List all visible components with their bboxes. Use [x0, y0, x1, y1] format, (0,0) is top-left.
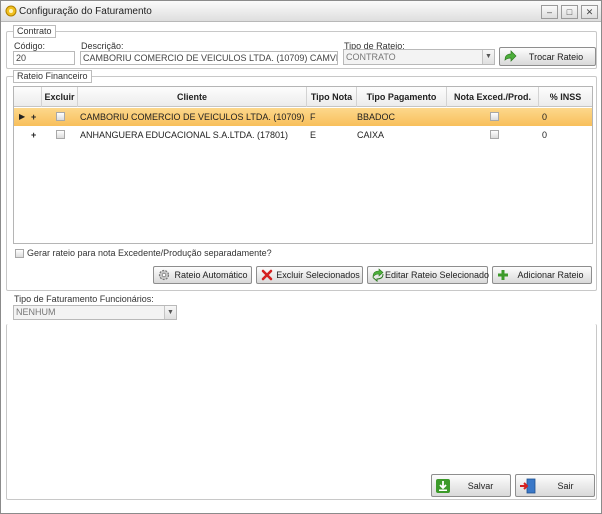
- chevron-down-icon[interactable]: ▼: [164, 306, 176, 319]
- minimize-button[interactable]: –: [541, 5, 558, 19]
- tipo-rateio-select[interactable]: CONTRATO ▼: [343, 49, 495, 65]
- header-indicator: [14, 87, 42, 107]
- trocar-rateio-button[interactable]: Trocar Rateio: [499, 47, 596, 66]
- editar-rateio-label: Editar Rateio Selecionado: [385, 270, 490, 280]
- rateio-table: Excluir Cliente Tipo Nota Tipo Pagamento…: [13, 86, 593, 244]
- salvar-label: Salvar: [467, 480, 494, 491]
- codigo-label: Código:: [14, 41, 46, 51]
- faturamento-select[interactable]: NENHUM ▼: [13, 305, 177, 320]
- header-nota-exced[interactable]: Nota Exced./Prod.: [447, 87, 539, 107]
- cell-inss: 0: [542, 112, 548, 122]
- excluir-selecionados-label: Excluir Selecionados: [276, 270, 360, 280]
- gerar-rateio-checkbox[interactable]: [15, 249, 24, 258]
- gear-icon: [158, 269, 170, 281]
- edit-refresh-icon: [372, 268, 384, 282]
- sair-label: Sair: [557, 480, 574, 491]
- expand-icon[interactable]: +: [31, 126, 36, 144]
- header-inss[interactable]: % INSS: [539, 87, 592, 107]
- header-excluir[interactable]: Excluir: [42, 87, 78, 107]
- save-download-icon: [436, 478, 450, 493]
- rateio-automatico-button[interactable]: Rateio Automático: [153, 266, 252, 284]
- expand-icon[interactable]: +: [31, 108, 36, 126]
- cell-tipo-pagamento: CAIXA: [357, 130, 385, 140]
- window-title: Configuração do Faturamento: [19, 6, 152, 17]
- rateio-automatico-label: Rateio Automático: [174, 270, 248, 280]
- header-cliente[interactable]: Cliente: [78, 87, 307, 107]
- nota-exced-checkbox[interactable]: [490, 112, 499, 121]
- table-row[interactable]: + ANHANGUERA EDUCACIONAL S.A.LTDA. (1780…: [14, 126, 592, 144]
- excluir-checkbox[interactable]: [56, 112, 65, 121]
- excluir-checkbox[interactable]: [56, 130, 65, 139]
- header-tipo-pagamento[interactable]: Tipo Pagamento: [357, 87, 447, 107]
- cell-cliente: ANHANGUERA EDUCACIONAL S.A.LTDA. (17801): [80, 130, 289, 140]
- close-button[interactable]: ✕: [581, 5, 598, 19]
- codigo-field[interactable]: 20: [13, 51, 75, 65]
- window: Configuração do Faturamento – □ ✕ Contra…: [0, 0, 602, 514]
- table-row[interactable]: ▶ + CAMBORIU COMERCIO DE VEICULOS LTDA. …: [14, 108, 592, 126]
- adicionar-rateio-button[interactable]: Adicionar Rateio: [492, 266, 592, 284]
- header-tipo-nota[interactable]: Tipo Nota: [307, 87, 357, 107]
- gerar-rateio-label: Gerar rateio para nota Excedente/Produçã…: [27, 248, 272, 258]
- exit-door-icon: [520, 478, 536, 493]
- nota-exced-checkbox[interactable]: [490, 130, 499, 139]
- cell-tipo-pagamento: BBADOC: [357, 112, 396, 122]
- sair-button[interactable]: Sair: [515, 474, 595, 497]
- cell-inss: 0: [542, 130, 548, 140]
- add-plus-icon: [498, 270, 508, 280]
- descricao-field[interactable]: CAMBORIU COMERCIO DE VEICULOS LTDA. (107…: [80, 51, 338, 65]
- app-icon: [5, 5, 17, 17]
- contrato-legend: Contrato: [13, 25, 56, 38]
- table-header: Excluir Cliente Tipo Nota Tipo Pagamento…: [14, 87, 592, 107]
- cell-tipo-nota: E: [310, 130, 317, 140]
- chevron-down-icon[interactable]: ▼: [482, 50, 494, 64]
- excluir-selecionados-button[interactable]: Excluir Selecionados: [256, 266, 363, 284]
- row-pointer-icon: ▶: [19, 112, 26, 121]
- faturamento-label: Tipo de Faturamento Funcionários:: [14, 294, 154, 304]
- cell-tipo-nota: F: [310, 112, 316, 122]
- rateio-legend: Rateio Financeiro: [13, 70, 92, 83]
- editar-rateio-button[interactable]: Editar Rateio Selecionado: [367, 266, 490, 284]
- delete-x-icon: [261, 269, 273, 281]
- adicionar-rateio-label: Adicionar Rateio: [517, 270, 584, 280]
- salvar-button[interactable]: Salvar: [431, 474, 511, 497]
- tipo-rateio-value: CONTRATO: [346, 52, 396, 62]
- swap-arrow-icon: [504, 49, 517, 62]
- trocar-rateio-label: Trocar Rateio: [528, 51, 584, 62]
- descricao-label: Descrição:: [81, 41, 124, 51]
- maximize-button[interactable]: □: [561, 5, 578, 19]
- cell-cliente: CAMBORIU COMERCIO DE VEICULOS LTDA. (107…: [80, 112, 305, 122]
- title-bar: Configuração do Faturamento – □ ✕: [1, 1, 601, 22]
- faturamento-value: NENHUM: [16, 307, 56, 317]
